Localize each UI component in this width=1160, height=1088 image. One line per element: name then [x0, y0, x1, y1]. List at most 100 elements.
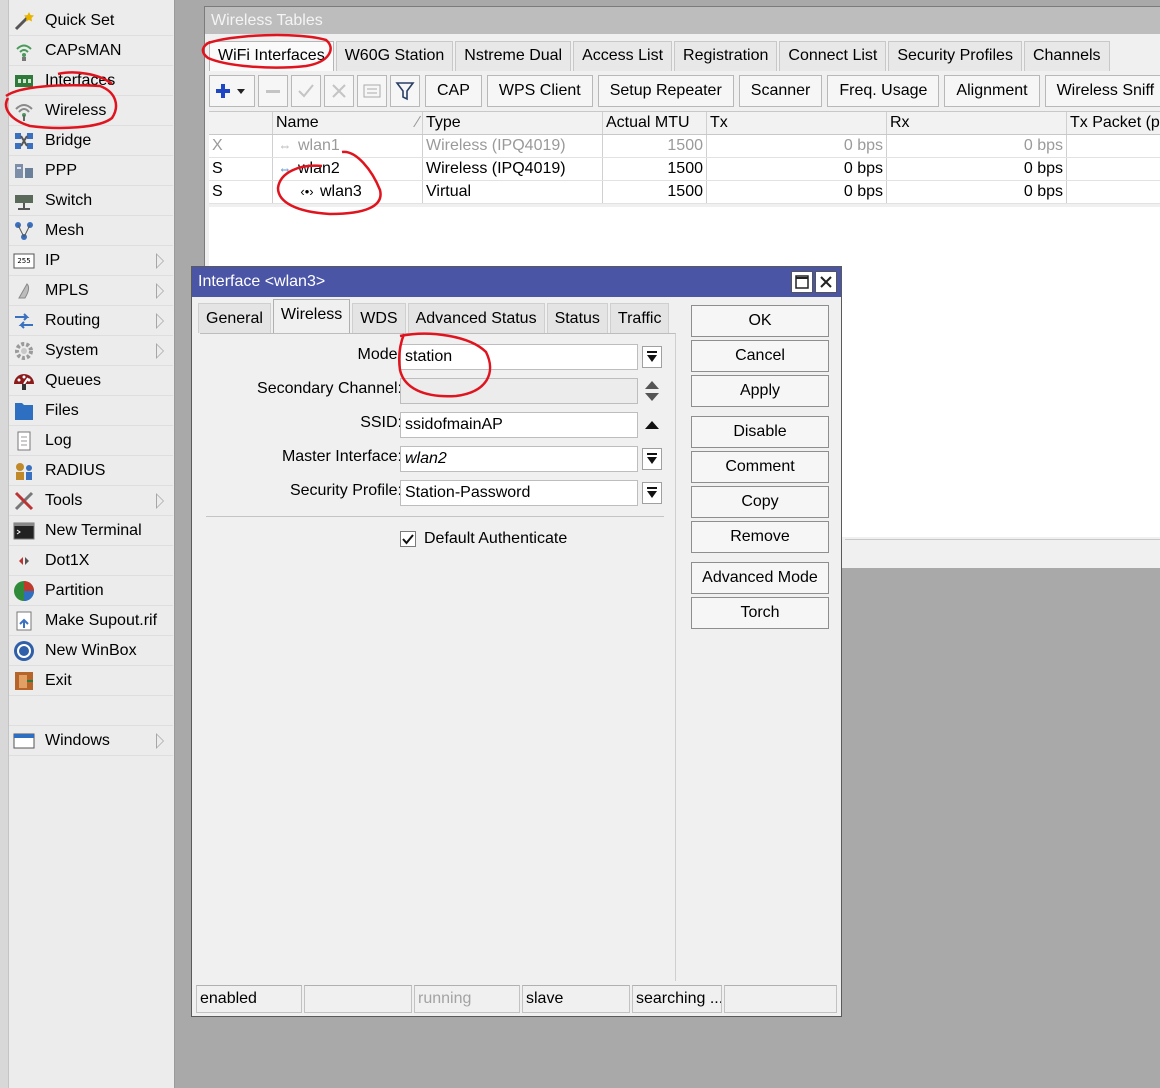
menu-item-new-terminal[interactable]: New Terminal [9, 516, 173, 546]
tab-security-profiles[interactable]: Security Profiles [888, 41, 1022, 71]
secondary-channel-input[interactable] [400, 378, 638, 404]
menu-item-interfaces[interactable]: Interfaces [9, 66, 173, 96]
table-row[interactable]: S ‹•› wlan3 Virtual 1500 0 bps 0 bps [209, 181, 1160, 204]
enable-button[interactable] [291, 75, 321, 107]
column-header-tx-packet[interactable]: Tx Packet (p [1067, 112, 1160, 134]
tab-channels[interactable]: Channels [1023, 41, 1110, 71]
menu-item-tools[interactable]: Tools [9, 486, 173, 516]
menu-item-capsman[interactable]: CAPsMAN [9, 36, 173, 66]
remove-button[interactable] [258, 75, 288, 107]
column-header-name[interactable]: Name ⁄ [273, 112, 423, 134]
menu-item-partition[interactable]: Partition [9, 576, 173, 606]
tab-traffic[interactable]: Traffic [609, 303, 670, 333]
mode-dropdown-button[interactable] [642, 346, 662, 368]
menu-item-log[interactable]: Log [9, 426, 173, 456]
comment-button[interactable] [357, 75, 387, 107]
tab-w60g-station[interactable]: W60G Station [335, 41, 454, 71]
menu-item-label: CAPsMAN [45, 41, 122, 59]
tab-registration[interactable]: Registration [674, 41, 778, 71]
master-interface-dropdown-button[interactable] [642, 448, 662, 470]
menu-item-mesh[interactable]: Mesh [9, 216, 173, 246]
apply-button[interactable]: Apply [691, 375, 829, 407]
setup-repeater-button[interactable]: Setup Repeater [597, 75, 734, 107]
advanced-mode-button[interactable]: Advanced Mode [691, 562, 829, 594]
column-header-flag[interactable] [209, 112, 273, 134]
dialog-titlebar[interactable]: Interface <wlan3> [192, 267, 841, 297]
tab-status[interactable]: Status [546, 303, 608, 333]
row-type: Wireless (IPQ4019) [423, 135, 603, 157]
disable-button[interactable] [324, 75, 354, 107]
tab-general[interactable]: General [198, 303, 271, 333]
menu-item-label: Switch [45, 191, 93, 209]
ok-button[interactable]: OK [691, 305, 829, 337]
menu-item-radius[interactable]: RADIUS [9, 456, 173, 486]
alignment-button[interactable]: Alignment [944, 75, 1040, 107]
add-button[interactable] [209, 75, 255, 107]
menu-item-queues[interactable]: Queues [9, 366, 173, 396]
copy-button[interactable]: Copy [691, 486, 829, 518]
menu-item-dot1x[interactable]: Dot1X [9, 546, 173, 576]
menu-item-ip[interactable]: 255 IP [9, 246, 173, 276]
scanner-button[interactable]: Scanner [738, 75, 823, 107]
tab-wds[interactable]: WDS [352, 303, 406, 333]
window-title[interactable]: Wireless Tables [205, 7, 1160, 34]
master-interface-select[interactable]: wlan2 [400, 446, 638, 472]
menu-item-ppp[interactable]: PPP [9, 156, 173, 186]
menu-item-new-winbox[interactable]: New WinBox [9, 636, 173, 666]
column-header-tx[interactable]: Tx [707, 112, 887, 134]
disable-button[interactable]: Disable [691, 416, 829, 448]
torch-button[interactable]: Torch [691, 597, 829, 629]
column-header-rx[interactable]: Rx [887, 112, 1067, 134]
folder-icon [12, 400, 36, 422]
interfaces-icon [12, 70, 36, 92]
table-row[interactable]: X ⇔ wlan1 Wireless (IPQ4019) 1500 0 bps 0… [209, 135, 1160, 158]
ssid-input[interactable]: ssidofmainAP [400, 412, 638, 438]
menu-item-routing[interactable]: Routing [9, 306, 173, 336]
tab-wireless[interactable]: Wireless [272, 299, 351, 333]
secondary-channel-updown[interactable] [642, 378, 662, 404]
security-profile-dropdown-button[interactable] [642, 482, 662, 504]
freq-usage-button[interactable]: Freq. Usage [827, 75, 940, 107]
wps-client-button[interactable]: WPS Client [486, 75, 593, 107]
comment-button[interactable]: Comment [691, 451, 829, 483]
menu-item-mpls[interactable]: MPLS [9, 276, 173, 306]
default-authenticate-checkbox[interactable]: Default Authenticate [400, 530, 567, 548]
menu-item-label: Make Supout.rif [45, 611, 158, 629]
menu-item-quick-set[interactable]: Quick Set [9, 6, 173, 36]
menu-item-windows[interactable]: Windows [9, 726, 173, 756]
tab-advanced-status[interactable]: Advanced Status [407, 303, 545, 333]
menu-item-switch[interactable]: Switch [9, 186, 173, 216]
submenu-arrow-icon [156, 343, 164, 359]
menu-item-bridge[interactable]: Bridge [9, 126, 173, 156]
remove-button[interactable]: Remove [691, 521, 829, 553]
check-icon [297, 82, 315, 100]
maximize-button[interactable] [791, 271, 813, 293]
default-authenticate-label: Default Authenticate [424, 530, 568, 547]
column-header-label: Name [276, 114, 319, 131]
tab-access-list[interactable]: Access List [573, 41, 673, 71]
mode-select[interactable]: station [400, 344, 638, 370]
tab-nstreme-dual[interactable]: Nstreme Dual [455, 41, 572, 71]
menu-item-system[interactable]: System [9, 336, 173, 366]
menu-item-wireless[interactable]: Wireless [9, 96, 173, 126]
tab-connect-list[interactable]: Connect List [779, 41, 887, 71]
ssid-collapse-button[interactable] [642, 412, 662, 438]
menu-item-label: Queues [45, 371, 102, 389]
filter-button[interactable] [390, 75, 420, 107]
menu-item-exit[interactable]: Exit [9, 666, 173, 696]
close-button[interactable] [815, 271, 837, 293]
section-divider [206, 516, 664, 517]
table-row[interactable]: S ⇔ wlan2 Wireless (IPQ4019) 1500 0 bps 0… [209, 158, 1160, 181]
wireless-sniff-button[interactable]: Wireless Sniff [1044, 75, 1160, 107]
cap-button[interactable]: CAP [425, 75, 482, 107]
menu-item-make-supout[interactable]: Make Supout.rif [9, 606, 173, 636]
row-type: Wireless (IPQ4019) [423, 158, 603, 180]
tab-wifi-interfaces[interactable]: WiFi Interfaces [209, 41, 334, 71]
menu-item-label: Log [45, 431, 72, 449]
security-profile-select[interactable]: Station-Password [400, 480, 638, 506]
column-header-actual-mtu[interactable]: Actual MTU [603, 112, 707, 134]
cancel-button[interactable]: Cancel [691, 340, 829, 372]
menu-item-files[interactable]: Files [9, 396, 173, 426]
ip-badge-text: 255 [17, 257, 30, 265]
column-header-type[interactable]: Type [423, 112, 603, 134]
